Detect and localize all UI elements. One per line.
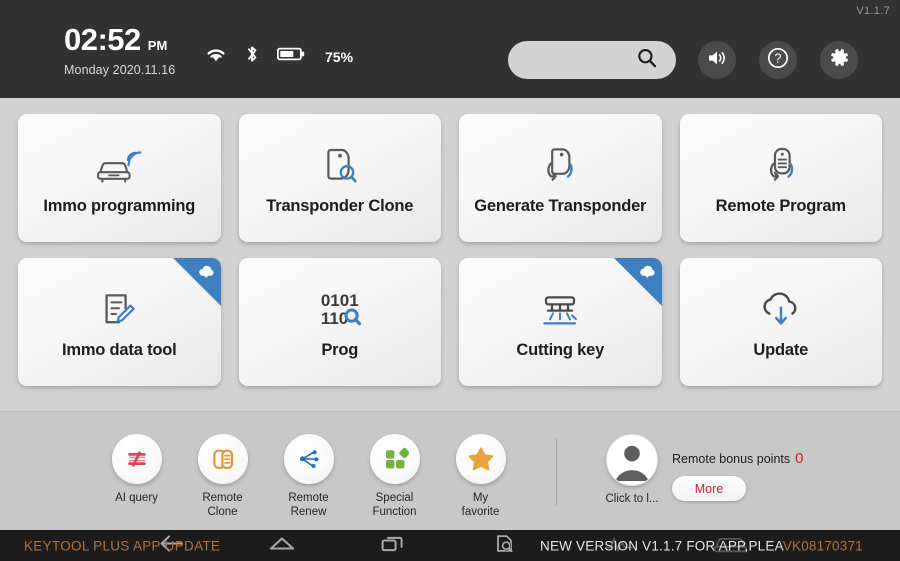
clock-ampm: PM — [147, 38, 168, 53]
shortcut-my-favorite[interactable]: My favorite — [452, 434, 509, 520]
avatar — [606, 434, 658, 486]
more-button[interactable]: More — [672, 476, 746, 501]
remote-refresh-icon — [759, 140, 803, 192]
tile-row-1: Immo programming Transponder Clone Gener… — [18, 114, 882, 242]
car-signal-icon — [92, 140, 146, 192]
download-badge — [172, 258, 221, 306]
download-badge — [613, 258, 662, 306]
tile-immo-data-tool[interactable]: Immo data tool — [18, 258, 221, 386]
tile-immo-programming[interactable]: Immo programming — [18, 114, 221, 242]
function-tile-grid: Immo programming Transponder Clone Gener… — [0, 98, 900, 411]
document-edit-icon — [97, 284, 141, 336]
transponder-search-icon — [318, 140, 362, 192]
key-cutter-icon — [536, 284, 584, 336]
status-header: V1.1.7 02:52 PM Monday 2020.11.16 75% ? — [0, 0, 900, 98]
clock-date: Monday 2020.11.16 — [64, 63, 176, 77]
settings-button[interactable] — [820, 41, 858, 79]
marquee-left-text: KEYTOOL PLUS APP UPDATE — [24, 538, 221, 553]
tile-remote-program[interactable]: Remote Program — [679, 114, 882, 242]
tile-label: Cutting key — [516, 340, 605, 359]
tile-label: Generate Transponder — [474, 196, 647, 215]
home-icon[interactable] — [268, 533, 296, 558]
search-icon — [636, 47, 658, 74]
special-function-icon — [369, 434, 420, 484]
volume-button[interactable] — [698, 41, 736, 79]
gear-icon — [828, 46, 851, 74]
shortcut-label: Remote Renew — [288, 492, 329, 519]
shortcut-remote-clone[interactable]: Remote Clone — [194, 434, 251, 520]
shortcut-ai-query[interactable]: AI query — [108, 434, 165, 520]
transponder-refresh-icon — [538, 140, 582, 192]
tile-cutting-key[interactable]: Cutting key — [459, 258, 662, 386]
help-button[interactable]: ? — [759, 41, 797, 79]
bluetooth-icon — [245, 44, 259, 69]
tile-label: Remote Program — [715, 196, 846, 215]
tile-label: Prog — [321, 340, 359, 359]
wifi-icon — [205, 46, 227, 68]
account-label: Click to l... — [605, 493, 659, 505]
help-icon: ? — [766, 46, 790, 75]
shortcut-label: Special Function — [372, 492, 417, 519]
tile-prog[interactable]: 0101 110 Prog — [238, 258, 441, 386]
shortcut-label: My favorite — [461, 492, 500, 519]
version-label: V1.1.7 — [856, 5, 890, 17]
tile-update[interactable]: Update — [679, 258, 882, 386]
tile-generate-transponder[interactable]: Generate Transponder — [459, 114, 662, 242]
volume-icon — [706, 48, 728, 73]
status-icon-group: 75% — [205, 44, 353, 69]
cloud-download-icon — [756, 284, 806, 336]
tile-transponder-clone[interactable]: Transponder Clone — [238, 114, 441, 242]
ai-query-icon — [111, 434, 162, 484]
tile-label: Update — [753, 340, 809, 359]
recents-icon[interactable] — [380, 533, 406, 558]
android-nav-bar: KEYTOOL PLUS APP UPDATE NEW VERSION V1.1… — [0, 530, 900, 561]
remote-renew-icon — [283, 434, 334, 484]
battery-percent: 75% — [325, 48, 354, 65]
shortcut-remote-renew[interactable]: Remote Renew — [280, 434, 337, 520]
search-input[interactable] — [508, 41, 676, 79]
tile-label: Transponder Clone — [266, 196, 414, 215]
marquee-serial-text: VK08170371 — [782, 538, 863, 553]
shortcut-label: Remote Clone — [202, 492, 243, 519]
tile-row-2: Immo data tool 0101 110 Prog Cutting key… — [18, 258, 882, 386]
clock-time: 02:52 — [64, 22, 141, 57]
shortcut-group: AI query Remote Clone Remote Renew Speci… — [108, 434, 509, 520]
marquee-version-text: NEW VERSION V1.1.7 FOR APP,PLEA — [540, 538, 783, 553]
shortcut-special-function[interactable]: Special Function — [366, 434, 423, 520]
keytool-home-screen: V1.1.7 02:52 PM Monday 2020.11.16 75% ? … — [0, 0, 900, 561]
header-button-group: ? — [698, 41, 858, 79]
tile-label: Immo data tool — [61, 340, 177, 359]
star-icon — [455, 434, 506, 484]
bottom-dock: AI query Remote Clone Remote Renew Speci… — [0, 411, 900, 530]
bonus-value: 0 — [795, 450, 804, 467]
svg-text:?: ? — [775, 51, 782, 65]
remote-clone-icon — [197, 434, 248, 484]
account-block[interactable]: Click to l... — [600, 434, 664, 505]
bonus-row: Remote bonus points 0 — [672, 450, 803, 467]
dock-divider — [556, 438, 557, 506]
clock-block: 02:52 PM Monday 2020.11.16 — [64, 24, 175, 77]
shortcut-label: AI query — [115, 492, 158, 504]
bonus-label: Remote bonus points — [672, 452, 791, 466]
battery-icon — [276, 46, 305, 67]
screenshot-icon[interactable] — [494, 532, 516, 559]
bonus-block: Remote bonus points 0 More — [672, 450, 803, 501]
tile-label: Immo programming — [43, 196, 196, 215]
marquee-right-text: NEW VERSION V1.1.7 FOR APP,PLEAVK0817037… — [540, 538, 863, 553]
binary-search-icon: 0101 110 — [321, 284, 361, 336]
search-icon — [343, 307, 363, 331]
